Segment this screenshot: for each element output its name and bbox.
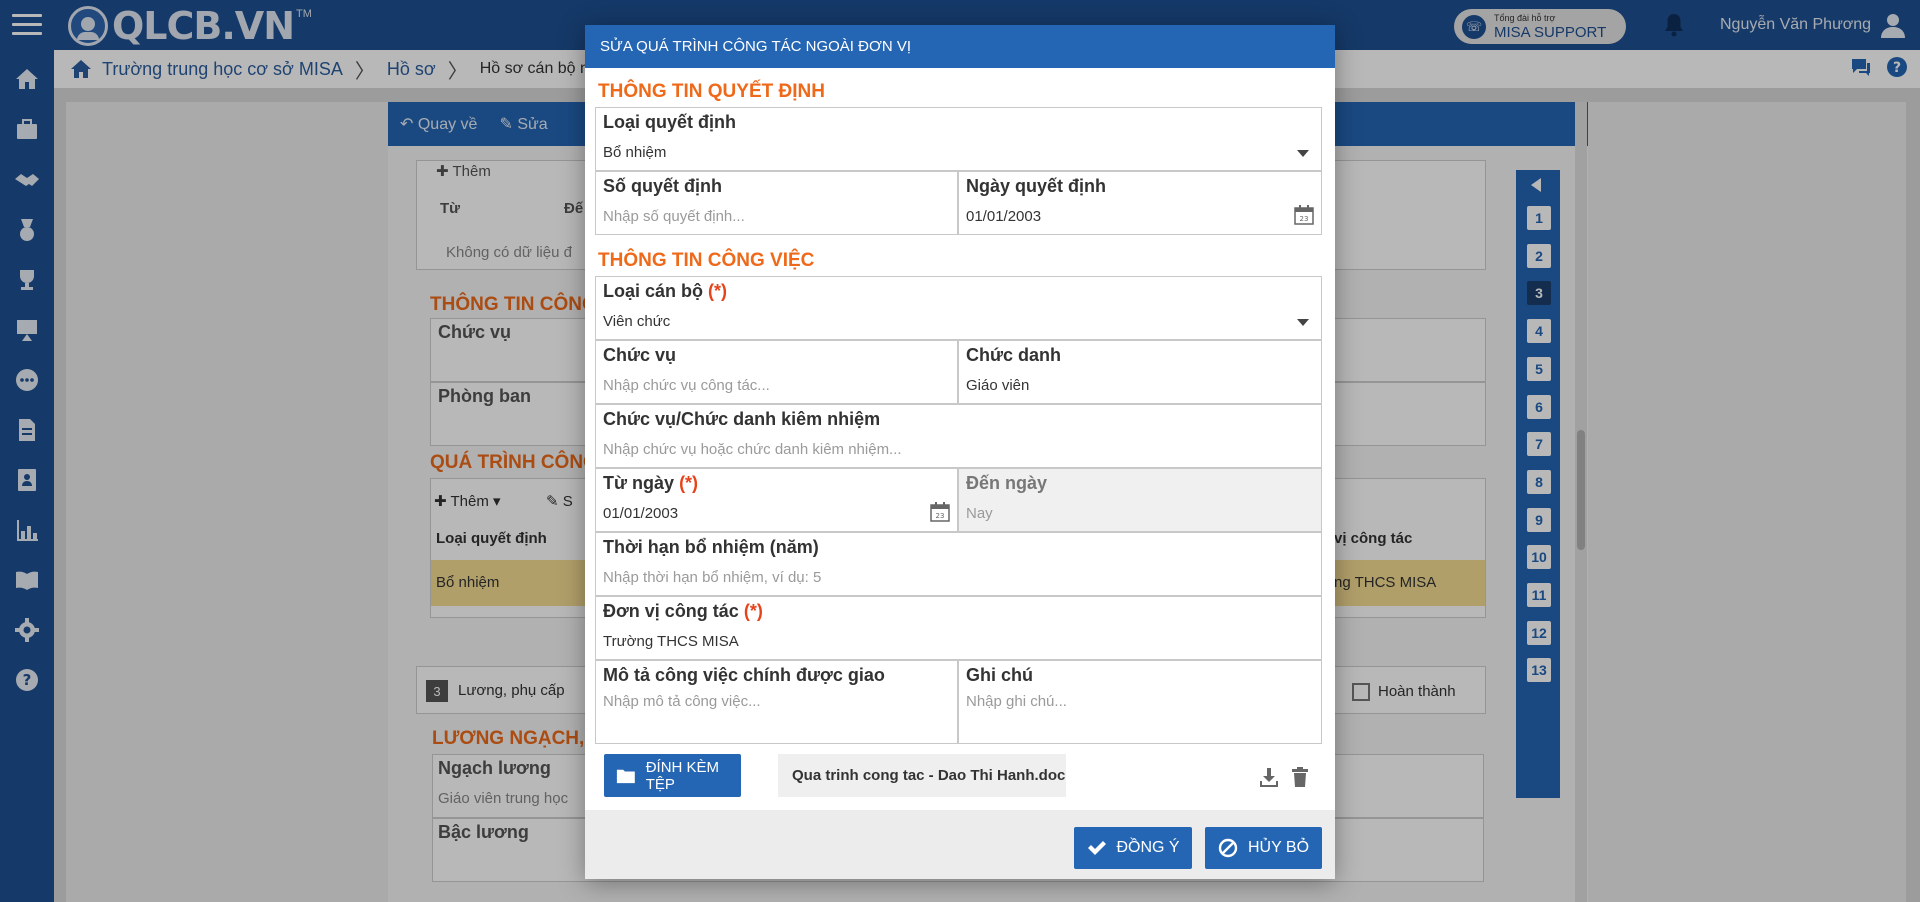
work-unit-label: Đơn vị công tác (*)	[603, 601, 763, 621]
chevron-down-icon[interactable]	[1297, 319, 1309, 326]
trash-icon[interactable]	[1289, 766, 1311, 788]
decision-number-placeholder: Nhập số quyết định...	[603, 208, 745, 225]
folder-icon	[616, 769, 635, 783]
attach-file-label: ĐÍNH KÈM TỆP	[645, 758, 720, 793]
dialog-title: SỬA QUÁ TRÌNH CÔNG TÁC NGOÀI ĐƠN VỊ	[585, 25, 1335, 68]
cancel-label: HỦY BỎ	[1247, 839, 1310, 856]
decision-number-label: Số quyết định	[603, 176, 722, 196]
appointment-term-placeholder: Nhập thời hạn bổ nhiệm, ví dụ: 5	[603, 569, 822, 586]
concurrent-position-field[interactable]: Chức vụ/Chức danh kiêm nhiệm Nhập chức v…	[595, 404, 1322, 468]
edit-work-process-dialog: SỬA QUÁ TRÌNH CÔNG TÁC NGOÀI ĐƠN VỊ THÔN…	[585, 25, 1335, 879]
section-job-info: THÔNG TIN CÔNG VIỆC	[598, 250, 815, 271]
decision-date-field[interactable]: Ngày quyết định 01/01/2003 23	[958, 171, 1322, 235]
position-field[interactable]: Chức vụ Nhập chức vụ công tác...	[595, 340, 958, 404]
job-title-field[interactable]: Chức danh Giáo viên	[958, 340, 1322, 404]
work-unit-field[interactable]: Đơn vị công tác (*) Trường THCS MISA	[595, 596, 1322, 660]
confirm-button[interactable]: ĐỒNG Ý	[1074, 827, 1192, 869]
from-date-label: Từ ngày (*)	[603, 473, 699, 493]
attach-file-button[interactable]: ĐÍNH KÈM TỆP	[604, 754, 741, 797]
staff-type-label: Loại cán bộ (*)	[603, 281, 728, 301]
decision-type-label: Loại quyết định	[603, 112, 736, 132]
confirm-label: ĐỒNG Ý	[1116, 839, 1180, 856]
from-date-value: 01/01/2003	[603, 505, 679, 522]
position-placeholder: Nhập chức vụ công tác...	[603, 377, 770, 394]
svg-text:23: 23	[1300, 215, 1309, 223]
staff-type-select[interactable]: Loại cán bộ (*) Viên chức	[595, 276, 1322, 340]
concurrent-position-placeholder: Nhập chức vụ hoặc chức danh kiêm nhiệm..…	[603, 441, 902, 458]
note-placeholder: Nhập ghi chú...	[966, 693, 1067, 710]
job-description-placeholder: Nhập mô tả công việc...	[603, 693, 761, 710]
decision-type-select[interactable]: Loại quyết định Bổ nhiệm	[595, 107, 1322, 171]
work-unit-value: Trường THCS MISA	[603, 633, 739, 650]
attached-file-name[interactable]: Qua trinh cong tac - Dao Thi Hanh.doc	[778, 754, 1066, 797]
job-description-label: Mô tả công việc chính được giao	[603, 665, 885, 685]
appointment-term-field[interactable]: Thời hạn bổ nhiệm (năm) Nhập thời hạn bổ…	[595, 532, 1322, 596]
appointment-term-label: Thời hạn bổ nhiệm (năm)	[603, 537, 819, 557]
to-date-field: Đến ngày Nay	[958, 468, 1322, 532]
decision-date-label: Ngày quyết định	[966, 176, 1107, 196]
download-icon[interactable]	[1258, 766, 1280, 788]
section-decision-info: THÔNG TIN QUYẾT ĐỊNH	[598, 81, 825, 102]
decision-date-value: 01/01/2003	[966, 208, 1042, 225]
cancel-button[interactable]: HỦY BỎ	[1205, 827, 1322, 869]
ban-icon	[1218, 838, 1238, 858]
position-label: Chức vụ	[603, 345, 677, 365]
from-date-field[interactable]: Từ ngày (*) 01/01/2003 23	[595, 468, 958, 532]
decision-number-field[interactable]: Số quyết định Nhập số quyết định...	[595, 171, 958, 235]
concurrent-position-label: Chức vụ/Chức danh kiêm nhiệm	[603, 409, 881, 429]
decision-type-value: Bổ nhiệm	[603, 144, 667, 161]
staff-type-value: Viên chức	[603, 313, 671, 330]
job-title-value: Giáo viên	[966, 377, 1030, 394]
calendar-icon[interactable]: 23	[929, 501, 951, 523]
attachment-row: ĐÍNH KÈM TỆP Qua trinh cong tac - Dao Th…	[604, 754, 1316, 798]
calendar-icon[interactable]: 23	[1293, 204, 1315, 226]
check-icon	[1088, 841, 1107, 855]
job-description-field[interactable]: Mô tả công việc chính được giao Nhập mô …	[595, 660, 958, 744]
job-title-label: Chức danh	[966, 345, 1062, 365]
to-date-label: Đến ngày	[966, 473, 1048, 493]
note-label: Ghi chú	[966, 665, 1033, 685]
note-field[interactable]: Ghi chú Nhập ghi chú...	[958, 660, 1322, 744]
svg-text:23: 23	[936, 512, 945, 520]
to-date-value: Nay	[966, 505, 993, 522]
chevron-down-icon[interactable]	[1297, 150, 1309, 157]
dialog-footer: ĐỒNG Ý HỦY BỎ	[585, 810, 1335, 879]
